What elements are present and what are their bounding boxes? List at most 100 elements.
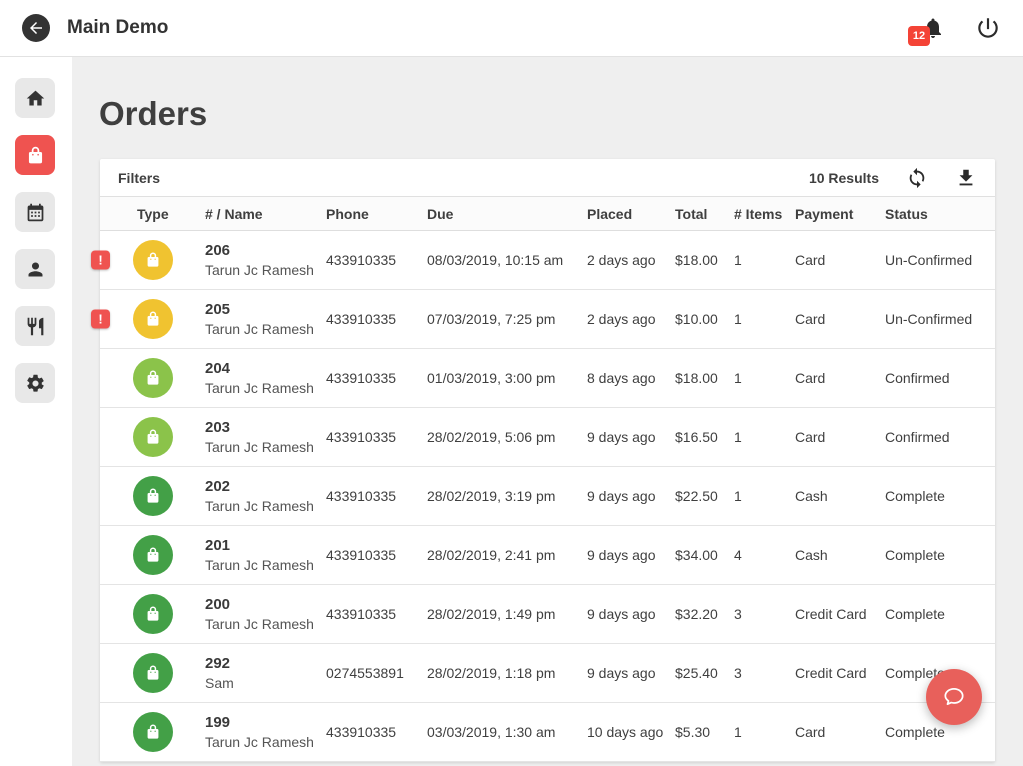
order-number: 201 — [205, 536, 326, 556]
order-placed: 8 days ago — [587, 370, 675, 386]
order-items-count: 1 — [734, 311, 795, 327]
download-icon — [955, 167, 977, 189]
column-header-name: # / Name — [205, 206, 326, 222]
column-header-payment: Payment — [795, 206, 885, 222]
order-total: $25.40 — [675, 665, 734, 681]
order-placed: 9 days ago — [587, 547, 675, 563]
download-button[interactable] — [955, 167, 977, 189]
table-row[interactable]: 199 Tarun Jc Ramesh 433910335 03/03/2019… — [100, 703, 995, 762]
orders-card: Filters 10 Results Type # / Name Phone — [100, 159, 995, 762]
order-items-count: 3 — [734, 606, 795, 622]
column-header-placed: Placed — [587, 206, 675, 222]
order-type-bag-icon — [133, 535, 173, 575]
order-total: $34.00 — [675, 547, 734, 563]
order-phone: 433910335 — [326, 724, 427, 740]
refresh-button[interactable] — [906, 167, 928, 189]
order-name-cell: 200 Tarun Jc Ramesh — [205, 595, 326, 634]
order-type-bag-icon — [133, 712, 173, 752]
help-beacon-button[interactable] — [926, 669, 982, 725]
order-items-count: 1 — [734, 429, 795, 445]
sidebar-item-home[interactable] — [15, 78, 55, 118]
order-phone: 433910335 — [326, 606, 427, 622]
notification-count-badge: 12 — [908, 26, 930, 46]
order-payment: Card — [795, 252, 885, 268]
back-button[interactable] — [22, 14, 50, 42]
order-items-count: 3 — [734, 665, 795, 681]
column-header-phone: Phone — [326, 206, 427, 222]
order-type-cell — [100, 240, 205, 280]
home-icon — [25, 88, 46, 109]
order-type-bag-icon — [133, 476, 173, 516]
order-name-cell: 203 Tarun Jc Ramesh — [205, 418, 326, 457]
order-type-cell — [100, 653, 205, 693]
order-customer-name: Tarun Jc Ramesh — [205, 497, 326, 516]
order-due: 28/02/2019, 1:49 pm — [427, 606, 587, 622]
order-payment: Credit Card — [795, 606, 885, 622]
table-row[interactable]: 202 Tarun Jc Ramesh 433910335 28/02/2019… — [100, 467, 995, 526]
order-placed: 2 days ago — [587, 252, 675, 268]
order-number: 202 — [205, 477, 326, 497]
order-customer-name: Tarun Jc Ramesh — [205, 438, 326, 457]
order-customer-name: Tarun Jc Ramesh — [205, 733, 326, 752]
restaurant-icon — [25, 316, 46, 337]
order-placed: 9 days ago — [587, 488, 675, 504]
table-row[interactable]: 201 Tarun Jc Ramesh 433910335 28/02/2019… — [100, 526, 995, 585]
order-number: 292 — [205, 654, 326, 674]
chat-bubble-icon — [941, 684, 967, 710]
notifications-button[interactable]: 12 — [921, 16, 945, 40]
order-type-cell — [100, 299, 205, 339]
order-phone: 0274553891 — [326, 665, 427, 681]
arrow-left-icon — [27, 19, 45, 37]
order-total: $18.00 — [675, 252, 734, 268]
filters-toggle[interactable]: Filters — [118, 170, 160, 186]
order-due: 28/02/2019, 1:18 pm — [427, 665, 587, 681]
table-row[interactable]: ! 206 Tarun Jc Ramesh 433910335 08/03/20… — [100, 231, 995, 290]
column-header-due: Due — [427, 206, 587, 222]
order-number: 200 — [205, 595, 326, 615]
table-row[interactable]: 203 Tarun Jc Ramesh 433910335 28/02/2019… — [100, 408, 995, 467]
order-customer-name: Sam — [205, 674, 326, 693]
sidebar-item-customers[interactable] — [15, 249, 55, 289]
order-total: $16.50 — [675, 429, 734, 445]
order-type-cell — [100, 358, 205, 398]
order-due: 01/03/2019, 3:00 pm — [427, 370, 587, 386]
order-items-count: 1 — [734, 488, 795, 504]
table-row[interactable]: ! 205 Tarun Jc Ramesh 433910335 07/03/20… — [100, 290, 995, 349]
gear-icon — [25, 373, 46, 394]
order-name-cell: 201 Tarun Jc Ramesh — [205, 536, 326, 575]
order-items-count: 1 — [734, 724, 795, 740]
order-name-cell: 204 Tarun Jc Ramesh — [205, 359, 326, 398]
results-count: 10 Results — [809, 170, 879, 186]
shopping-bag-icon — [25, 145, 46, 166]
order-placed: 10 days ago — [587, 724, 675, 740]
order-name-cell: 199 Tarun Jc Ramesh — [205, 713, 326, 752]
calendar-icon — [25, 202, 46, 223]
sidebar-item-settings[interactable] — [15, 363, 55, 403]
order-items-count: 1 — [734, 370, 795, 386]
table-row[interactable]: 200 Tarun Jc Ramesh 433910335 28/02/2019… — [100, 585, 995, 644]
app-title: Main Demo — [67, 17, 168, 39]
order-customer-name: Tarun Jc Ramesh — [205, 261, 326, 280]
order-total: $18.00 — [675, 370, 734, 386]
order-type-bag-icon — [133, 594, 173, 634]
order-status: Complete — [885, 488, 995, 504]
order-type-bag-icon — [133, 417, 173, 457]
table-row[interactable]: 204 Tarun Jc Ramesh 433910335 01/03/2019… — [100, 349, 995, 408]
sidebar-item-menu[interactable] — [15, 306, 55, 346]
order-status: Un-Confirmed — [885, 311, 995, 327]
order-type-bag-icon — [133, 299, 173, 339]
order-payment: Card — [795, 724, 885, 740]
order-phone: 433910335 — [326, 370, 427, 386]
order-type-bag-icon — [133, 240, 173, 280]
order-payment: Card — [795, 429, 885, 445]
power-icon — [975, 15, 1001, 41]
order-customer-name: Tarun Jc Ramesh — [205, 379, 326, 398]
table-row[interactable]: 292 Sam 0274553891 28/02/2019, 1:18 pm 9… — [100, 644, 995, 703]
logout-button[interactable] — [975, 15, 1001, 41]
alert-badge: ! — [91, 310, 110, 329]
order-payment: Cash — [795, 547, 885, 563]
sidebar-item-calendar[interactable] — [15, 192, 55, 232]
sidebar-item-orders[interactable] — [15, 135, 55, 175]
order-status: Confirmed — [885, 370, 995, 386]
column-header-items: # Items — [734, 206, 795, 222]
